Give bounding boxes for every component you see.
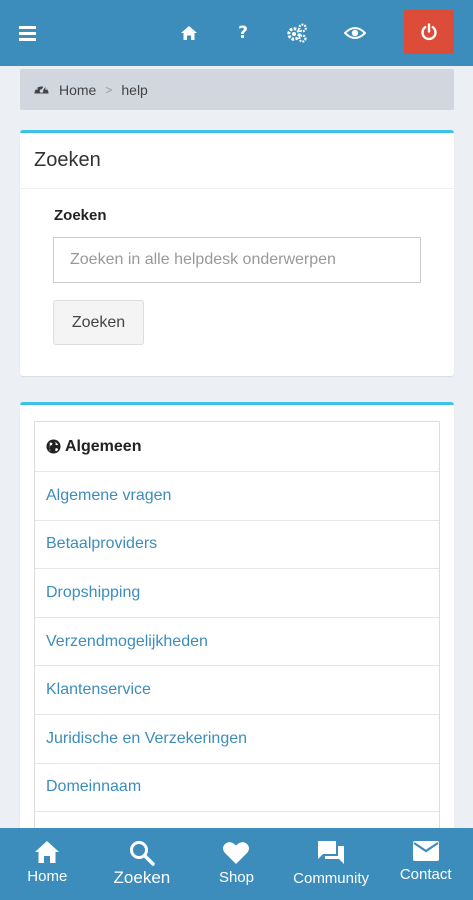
home-icon[interactable] — [172, 0, 206, 66]
category-item-domeinnaam[interactable]: Domeinnaam — [35, 764, 439, 813]
search-label: Zoeken — [54, 207, 107, 224]
nav-search-label: Zoeken — [113, 868, 171, 887]
category-item-dropshipping[interactable]: Dropshipping — [35, 569, 439, 618]
search-button[interactable]: Zoeken — [53, 300, 144, 345]
nav-community[interactable]: Community — [284, 828, 379, 900]
category-header: Algemeen — [35, 422, 439, 472]
category-header-label: Algemeen — [65, 437, 142, 455]
eye-icon[interactable] — [338, 0, 372, 66]
top-bar: ? — [0, 0, 473, 66]
nav-shop-label: Shop — [218, 869, 254, 886]
nav-home-label: Home — [27, 868, 68, 885]
nav-home[interactable]: Home — [0, 828, 95, 900]
help-icon-glyph: ? — [238, 23, 248, 43]
heart-icon — [223, 842, 250, 864]
nav-shop[interactable]: Shop — [189, 828, 284, 900]
breadcrumb-current: help — [121, 81, 148, 98]
power-icon[interactable] — [404, 10, 454, 54]
category-item-betaalproviders[interactable]: Betaalproviders — [35, 521, 439, 570]
categories-box: Algemeen Algemene vragen Betaalproviders… — [20, 402, 454, 842]
dashboard-icon — [33, 82, 50, 98]
bottom-nav: Home Zoeken Shop Community Contact — [0, 828, 473, 900]
home-icon — [35, 841, 60, 863]
mail-icon — [412, 841, 439, 861]
search-input[interactable] — [53, 237, 421, 283]
nav-community-label: Community — [293, 870, 369, 887]
gears-icon[interactable] — [280, 0, 314, 66]
category-item-verzendmogelijkheden[interactable]: Verzendmogelijkheden — [35, 618, 439, 667]
category-item-algemene-vragen[interactable]: Algemene vragen — [35, 472, 439, 521]
hamburger-menu-icon[interactable] — [8, 0, 48, 66]
breadcrumb-home-link[interactable]: Home — [59, 82, 96, 98]
category-item-klantenservice[interactable]: Klantenservice — [35, 666, 439, 715]
nav-search[interactable]: Zoeken — [95, 828, 190, 900]
globe-icon — [46, 439, 61, 454]
category-panel: Algemeen Algemene vragen Betaalproviders… — [34, 421, 440, 842]
nav-contact-label: Contact — [399, 866, 452, 883]
nav-contact[interactable]: Contact — [378, 828, 473, 900]
chat-icon — [318, 841, 345, 864]
category-item-juridische[interactable]: Juridische en Verzekeringen — [35, 715, 439, 764]
breadcrumb-separator: > — [105, 82, 113, 97]
search-box-title: Zoeken — [20, 133, 454, 189]
search-box: Zoeken Zoeken Zoeken — [20, 130, 454, 376]
search-icon — [129, 841, 155, 866]
breadcrumb: Home > help — [20, 69, 454, 110]
help-icon[interactable]: ? — [226, 0, 260, 66]
